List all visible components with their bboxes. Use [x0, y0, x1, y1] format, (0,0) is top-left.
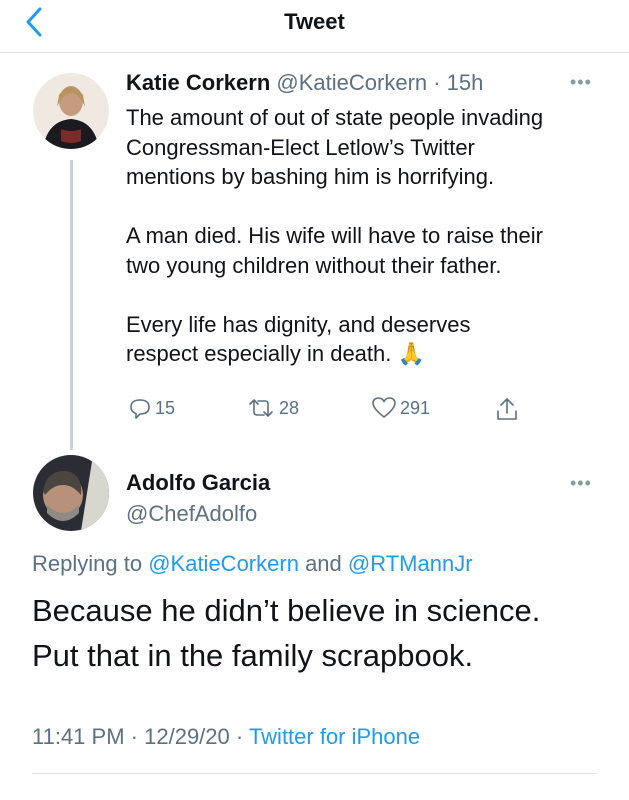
reply-count: 15	[155, 397, 176, 418]
tweet-time: 11:41 PM	[32, 724, 125, 749]
share-button[interactable]	[495, 396, 519, 422]
reply-author-name[interactable]: Adolfo Garcia	[126, 470, 270, 496]
author-handle-time[interactable]: @KatieCorkern · 15h	[276, 70, 483, 95]
like-button[interactable]: 291	[371, 396, 430, 420]
share-icon	[497, 398, 517, 420]
top-nav: Tweet	[0, 0, 629, 53]
reply-text-content: Because he didn’t believe in science. Pu…	[32, 593, 541, 673]
heart-icon	[372, 397, 396, 418]
tweet-source-link[interactable]: Twitter for iPhone	[249, 724, 420, 749]
divider	[32, 773, 597, 774]
reply-icon	[130, 399, 150, 419]
retweet-count: 28	[279, 397, 300, 418]
replying-and: and	[305, 551, 342, 576]
reply-text: Because he didn’t believe in science. Pu…	[32, 588, 612, 678]
replying-to: Replying to @KatieCorkern and @RTMannJr	[32, 551, 473, 577]
mention-link[interactable]: @KatieCorkern	[148, 551, 299, 576]
reply-button[interactable]: 15	[128, 396, 175, 420]
retweet-button[interactable]: 28	[246, 396, 299, 420]
thread-line	[70, 160, 73, 450]
meta-separator: ·	[130, 724, 138, 749]
more-options-icon[interactable]: •••	[570, 473, 592, 494]
page-title: Tweet	[284, 9, 345, 34]
tweet-date: 12/29/20	[144, 724, 230, 749]
author-name[interactable]: Katie Corkern	[126, 70, 270, 95]
avatar[interactable]	[33, 455, 109, 531]
meta-separator: ·	[235, 724, 244, 749]
avatar[interactable]	[33, 73, 109, 149]
replying-to-label: Replying to	[32, 551, 143, 576]
tweet-actions: 15 28 291	[128, 396, 528, 424]
retweet-icon	[249, 399, 273, 417]
mention-link[interactable]: @RTMannJr	[348, 551, 473, 576]
reply-author-handle[interactable]: @ChefAdolfo	[126, 501, 257, 527]
tweet-header: Katie Corkern @KatieCorkern · 15h	[126, 70, 483, 96]
tweet-text: The amount of out of state people invadi…	[126, 105, 544, 366]
more-options-icon[interactable]: •••	[570, 72, 592, 93]
tweet-meta: 11:41 PM · 12/29/20 · Twitter for iPhone	[32, 724, 420, 750]
like-count: 291	[400, 397, 431, 418]
